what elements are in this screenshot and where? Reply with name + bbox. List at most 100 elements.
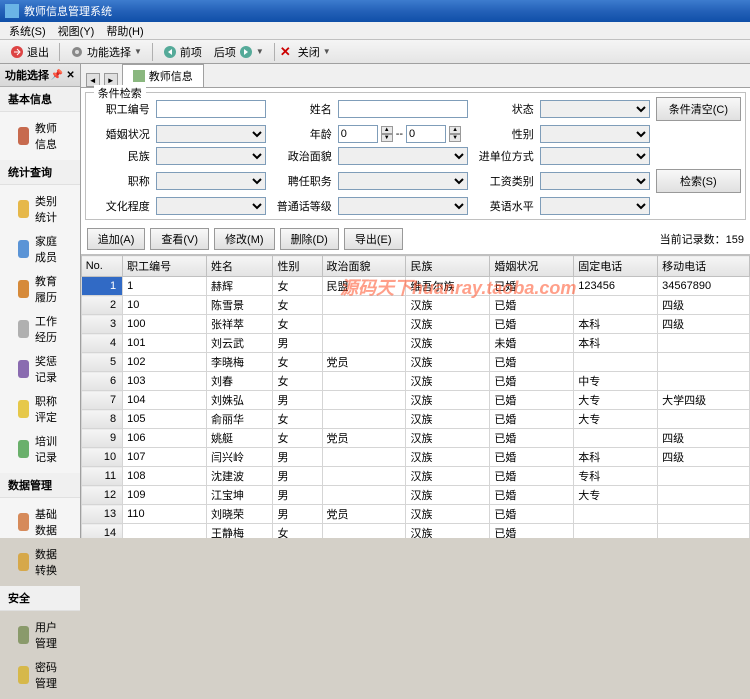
column-header[interactable]: 政治面貌 <box>322 256 406 277</box>
search-button[interactable]: 检索(S) <box>656 169 741 193</box>
sidebar-body: 基本信息教师信息统计查询类别统计家庭成员教育履历工作经历奖惩记录职称评定培训记录… <box>0 87 80 699</box>
table-container[interactable]: No.职工编号姓名性别政治面貌民族婚姻状况固定电话移动电话 11赫辉女民盟维吾尔… <box>81 255 750 538</box>
salary-select[interactable] <box>540 172 650 190</box>
status-select[interactable] <box>540 100 650 118</box>
label-entry: 进单位方式 <box>474 148 534 164</box>
sidebar-item[interactable]: 培训记录 <box>0 429 80 469</box>
column-header[interactable]: 性别 <box>273 256 322 277</box>
next-button[interactable]: 后项 ▼ <box>209 42 269 62</box>
spin-down[interactable]: ▼ <box>381 134 393 142</box>
prev-button[interactable]: 前项 <box>158 42 207 62</box>
table-cell: 本科 <box>574 315 658 334</box>
table-cell: 女 <box>273 524 322 539</box>
table-row[interactable]: 7104刘姝弘男汉族已婚大专大学四级 <box>81 391 749 410</box>
sidebar-item-label: 数据转换 <box>35 546 62 578</box>
sidebar-item-label: 职称评定 <box>35 393 62 425</box>
close-icon[interactable]: ✕ <box>66 70 74 81</box>
separator <box>274 43 275 61</box>
clear-button[interactable]: 条件清空(C) <box>656 97 741 121</box>
column-header[interactable]: No. <box>81 256 122 277</box>
close-button[interactable]: 关闭 ▼ <box>293 42 336 62</box>
table-row[interactable]: 210陈雪景女汉族已婚四级 <box>81 296 749 315</box>
sidebar-item[interactable]: 用户管理 <box>0 615 80 655</box>
education-select[interactable] <box>156 197 266 215</box>
table-cell: 6 <box>81 372 122 391</box>
table-cell: 汉族 <box>406 334 490 353</box>
table-row[interactable]: 13110刘晓荣男党员汉族已婚 <box>81 505 749 524</box>
sidebar-item[interactable]: 家庭成员 <box>0 229 80 269</box>
entry-select[interactable] <box>540 147 650 165</box>
table-row[interactable]: 6103刘春女汉族已婚中专 <box>81 372 749 391</box>
column-header[interactable]: 移动电话 <box>658 256 750 277</box>
sidebar-item-icon <box>18 200 29 218</box>
marriage-select[interactable] <box>156 125 266 143</box>
sidebar-item[interactable]: 教育履历 <box>0 269 80 309</box>
sidebar-section-header[interactable]: 统计查询 <box>0 160 80 185</box>
sidebar-item[interactable]: 职称评定 <box>0 389 80 429</box>
age-from-input[interactable] <box>338 125 378 143</box>
sidebar-section-header[interactable]: 安全 <box>0 586 80 611</box>
position-select[interactable] <box>338 172 468 190</box>
spin-up[interactable]: ▲ <box>449 126 461 134</box>
sidebar-item[interactable]: 教师信息 <box>0 116 80 156</box>
column-header[interactable]: 职工编号 <box>123 256 207 277</box>
spin-up[interactable]: ▲ <box>381 126 393 134</box>
sidebar-item-label: 用户管理 <box>35 619 62 651</box>
english-select[interactable] <box>540 197 650 215</box>
sidebar-item[interactable]: 密码管理 <box>0 655 80 695</box>
table-row[interactable]: 11108沈建波男汉族已婚专科 <box>81 467 749 486</box>
emp-no-input[interactable] <box>156 100 266 118</box>
table-cell: 专科 <box>574 467 658 486</box>
table-cell: 汉族 <box>406 448 490 467</box>
sidebar-item-label: 教师信息 <box>35 120 62 152</box>
modify-button[interactable]: 修改(M) <box>214 228 275 250</box>
table-row[interactable]: 10107闫兴岭男汉族已婚本科四级 <box>81 448 749 467</box>
column-header[interactable]: 姓名 <box>206 256 272 277</box>
function-select-button[interactable]: 功能选择 ▼ <box>65 42 147 62</box>
table-row[interactable]: 5102李晓梅女党员汉族已婚 <box>81 353 749 372</box>
spin-down[interactable]: ▼ <box>449 134 461 142</box>
gender-select[interactable] <box>540 125 650 143</box>
sidebar-item-icon <box>18 553 29 571</box>
column-header[interactable]: 婚姻状况 <box>490 256 574 277</box>
table-row[interactable]: 14王静梅女汉族已婚 <box>81 524 749 539</box>
table-cell: 本科 <box>574 334 658 353</box>
name-input[interactable] <box>338 100 468 118</box>
close-x-icon: ✕ <box>280 44 291 60</box>
table-row[interactable]: 4101刘云武男汉族未婚本科 <box>81 334 749 353</box>
sidebar-section-header[interactable]: 数据管理 <box>0 473 80 498</box>
sidebar-item[interactable]: 奖惩记录 <box>0 349 80 389</box>
table-row[interactable]: 3100张祥萃女汉族已婚本科四级 <box>81 315 749 334</box>
view-button[interactable]: 查看(V) <box>150 228 209 250</box>
table-row[interactable]: 9106姚艇女党员汉族已婚四级 <box>81 429 749 448</box>
table-cell: 四级 <box>658 296 750 315</box>
sidebar-item[interactable]: 基础数据 <box>0 502 80 542</box>
age-to-input[interactable] <box>406 125 446 143</box>
sidebar-item[interactable]: 数据转换 <box>0 542 80 582</box>
sidebar-item[interactable]: 类别统计 <box>0 189 80 229</box>
politics-select[interactable] <box>338 147 468 165</box>
exit-button[interactable]: 退出 <box>5 42 54 62</box>
table-row[interactable]: 8105俞丽华女汉族已婚大专 <box>81 410 749 429</box>
sidebar-section-header[interactable]: 基本信息 <box>0 87 80 112</box>
menu-view[interactable]: 视图(Y) <box>54 22 99 40</box>
sidebar-item-label: 奖惩记录 <box>35 353 62 385</box>
title-select[interactable] <box>156 172 266 190</box>
tab-teacher-info[interactable]: 教师信息 <box>122 64 204 87</box>
add-button[interactable]: 追加(A) <box>87 228 146 250</box>
sidebar-item[interactable]: 工作经历 <box>0 309 80 349</box>
ethnic-select[interactable] <box>156 147 266 165</box>
table-row[interactable]: 12109江宝坤男汉族已婚大专 <box>81 486 749 505</box>
putonghua-select[interactable] <box>338 197 468 215</box>
table-row[interactable]: 11赫辉女民盟维吾尔族已婚12345634567890 <box>81 277 749 296</box>
delete-button[interactable]: 删除(D) <box>280 228 339 250</box>
menu-system[interactable]: 系统(S) <box>5 22 50 40</box>
pin-icon[interactable]: 📌 <box>51 70 63 81</box>
menu-help[interactable]: 帮助(H) <box>102 22 147 40</box>
column-header[interactable]: 固定电话 <box>574 256 658 277</box>
column-header[interactable]: 民族 <box>406 256 490 277</box>
export-button[interactable]: 导出(E) <box>344 228 403 250</box>
label-gender: 性别 <box>474 126 534 142</box>
table-cell: 刘春 <box>206 372 272 391</box>
table-cell: 已婚 <box>490 315 574 334</box>
